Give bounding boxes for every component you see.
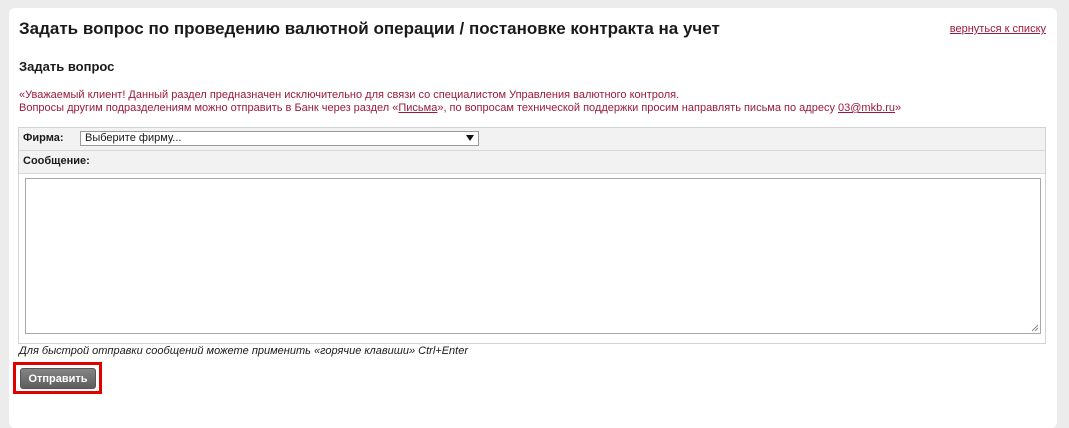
- send-button[interactable]: Отправить: [20, 368, 96, 389]
- letters-link[interactable]: Письма: [398, 102, 437, 114]
- firm-label: Фирма:: [23, 132, 64, 144]
- firm-select-value: Выберите фирму...: [85, 132, 182, 144]
- page-title: Задать вопрос по проведению валютной опе…: [19, 19, 720, 38]
- message-row: Сообщение:: [19, 151, 1045, 174]
- question-form: Фирма: Выберите фирму... Сообщение:: [18, 127, 1046, 344]
- back-to-list-link[interactable]: вернуться к списку: [950, 23, 1046, 35]
- notice-text: «Уважаемый клиент! Данный раздел предназ…: [19, 89, 901, 115]
- section-title: Задать вопрос: [19, 59, 115, 74]
- support-email-link[interactable]: 03@mkb.ru: [838, 102, 895, 114]
- resize-grip-icon[interactable]: [1031, 324, 1039, 332]
- firm-select[interactable]: Выберите фирму...: [80, 131, 479, 146]
- message-textarea[interactable]: [25, 178, 1041, 334]
- notice-line-2: Вопросы другим подразделениям можно отпр…: [19, 102, 901, 115]
- notice-line-2-end: »: [895, 102, 902, 114]
- message-label: Сообщение:: [23, 155, 90, 167]
- notice-line-1: «Уважаемый клиент! Данный раздел предназ…: [19, 89, 680, 101]
- chevron-down-icon: [466, 135, 474, 141]
- content-panel: Задать вопрос по проведению валютной опе…: [9, 8, 1057, 428]
- notice-line-2-middle: », по вопросам технической поддержки про…: [437, 102, 839, 114]
- firm-row: Фирма: Выберите фирму...: [19, 128, 1045, 151]
- notice-line-2-start: Вопросы другим подразделениям можно отпр…: [19, 102, 399, 114]
- hotkey-hint: Для быстрой отправки сообщений можете пр…: [19, 345, 468, 357]
